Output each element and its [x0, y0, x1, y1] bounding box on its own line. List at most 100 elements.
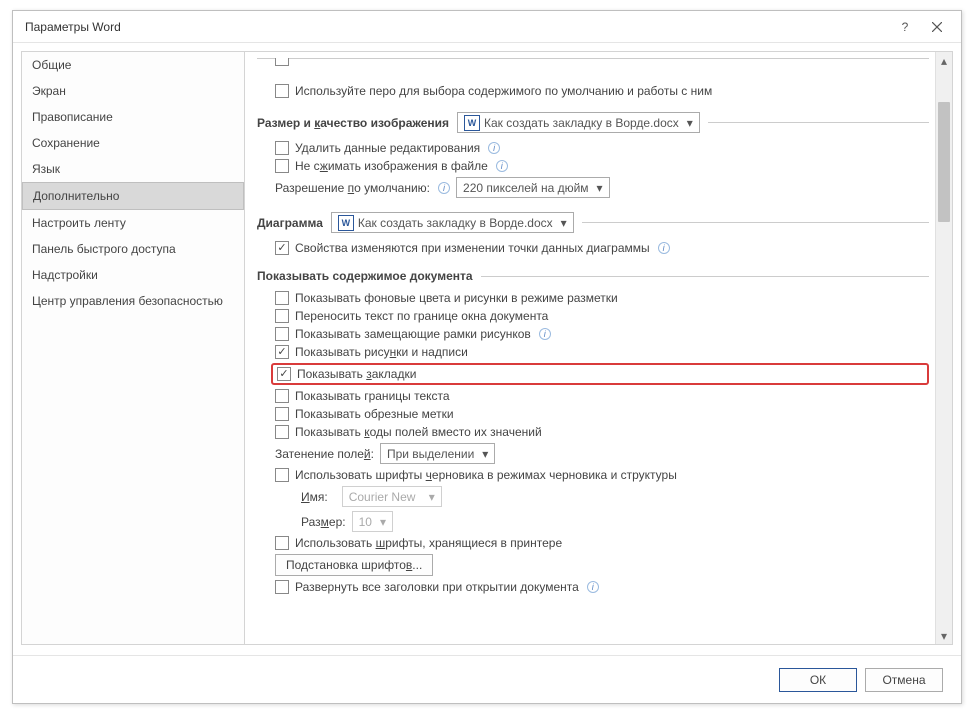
checkbox-no-compress[interactable] — [275, 159, 289, 173]
row-no-compress: Не сжимать изображения в файле — [275, 159, 929, 173]
sidebar: Общие Экран Правописание Сохранение Язык… — [21, 51, 245, 645]
titlebar: Параметры Word ? — [13, 11, 961, 43]
checkbox-delete-edit-data[interactable] — [275, 141, 289, 155]
sidebar-item-advanced[interactable]: Дополнительно — [22, 182, 244, 210]
dropdown-resolution-text: 220 пикселей на дюйм — [463, 181, 589, 195]
label-bookmarks: Показывать закладки — [297, 367, 416, 381]
checkbox-text-borders[interactable] — [275, 389, 289, 403]
sidebar-item-addins[interactable]: Надстройки — [22, 262, 244, 288]
row-font-name: Имя: Courier New ▾ — [301, 486, 929, 507]
row-resolution: Разрешение по умолчанию: 220 пикселей на… — [275, 177, 929, 198]
label-printer-fonts: Использовать шрифты, хранящиеся в принте… — [295, 536, 562, 550]
scroll-down-icon[interactable]: ▾ — [936, 627, 952, 644]
dropdown-chart-doc-text: Как создать закладку в Ворде.docx — [358, 216, 553, 230]
sidebar-item-customize-ribbon[interactable]: Настроить ленту — [22, 210, 244, 236]
checkbox-bg-colors[interactable] — [275, 291, 289, 305]
checkbox-placeholders[interactable] — [275, 327, 289, 341]
label-pen-default: Используйте перо для выбора содержимого … — [295, 84, 712, 98]
sidebar-item-general[interactable]: Общие — [22, 52, 244, 78]
row-draft-font: Использовать шрифты черновика в режимах … — [275, 468, 929, 482]
chevron-down-icon: ▾ — [559, 216, 569, 230]
scroll-up-icon[interactable]: ▴ — [936, 52, 952, 69]
row-field-codes: Показывать коды полей вместо их значений — [275, 425, 929, 439]
dropdown-field-shading[interactable]: При выделении ▾ — [380, 443, 495, 464]
label-placeholders: Показывать замещающие рамки рисунков — [295, 327, 531, 341]
checkbox-pen-default[interactable] — [275, 84, 289, 98]
row-font-size: Размер: 10 ▾ — [301, 511, 929, 532]
dropdown-image-doc[interactable]: Как создать закладку в Ворде.docx ▾ — [457, 112, 700, 133]
checkbox-printer-fonts[interactable] — [275, 536, 289, 550]
label-field-shading: Затенение полей: — [275, 447, 374, 461]
chevron-down-icon: ▾ — [685, 116, 695, 130]
close-button[interactable] — [921, 15, 953, 39]
label-text-borders: Показывать границы текста — [295, 389, 450, 403]
label-chart-props: Свойства изменяются при изменении точки … — [295, 241, 650, 255]
checkbox-chart-props[interactable] — [275, 241, 289, 255]
dropdown-chart-doc[interactable]: Как создать закладку в Ворде.docx ▾ — [331, 212, 574, 233]
row-pen-default: Используйте перо для выбора содержимого … — [275, 84, 929, 98]
info-icon[interactable] — [496, 160, 508, 172]
help-button[interactable]: ? — [889, 15, 921, 39]
label-expand-headers: Развернуть все заголовки при открытии до… — [295, 580, 579, 594]
checkbox-field-codes[interactable] — [275, 425, 289, 439]
label-field-codes: Показывать коды полей вместо их значений — [295, 425, 542, 439]
info-icon[interactable] — [438, 182, 450, 194]
chevron-down-icon: ▾ — [378, 515, 388, 529]
section-title-image: Размер и качество изображения — [257, 116, 449, 130]
checkbox-wrap-text[interactable] — [275, 309, 289, 323]
label-no-compress: Не сжимать изображения в файле — [295, 159, 488, 173]
label-drawings: Показывать рисунки и надписи — [295, 345, 468, 359]
checkbox-draft-font[interactable] — [275, 468, 289, 482]
info-icon[interactable] — [539, 328, 551, 340]
dropdown-font-name-text: Courier New — [349, 490, 421, 504]
section-doc-content: Показывать содержимое документа — [257, 269, 929, 283]
row-drawings: Показывать рисунки и надписи — [275, 345, 929, 359]
partial-checkbox[interactable] — [275, 58, 289, 66]
row-placeholders: Показывать замещающие рамки рисунков — [275, 327, 929, 341]
section-chart: Диаграмма Как создать закладку в Ворде.d… — [257, 212, 929, 233]
dropdown-image-doc-text: Как создать закладку в Ворде.docx — [484, 116, 679, 130]
checkbox-bookmarks[interactable] — [277, 367, 291, 381]
row-wrap-text: Переносить текст по границе окна докумен… — [275, 309, 929, 323]
sidebar-item-language[interactable]: Язык — [22, 156, 244, 182]
row-chart-props: Свойства изменяются при изменении точки … — [275, 241, 929, 255]
row-bookmarks-highlighted: Показывать закладки — [271, 363, 929, 385]
sidebar-item-save[interactable]: Сохранение — [22, 130, 244, 156]
label-bg-colors: Показывать фоновые цвета и рисунки в реж… — [295, 291, 618, 305]
scroll-cutoff-top — [257, 58, 929, 80]
sidebar-item-display[interactable]: Экран — [22, 78, 244, 104]
cancel-button[interactable]: Отмена — [865, 668, 943, 692]
info-icon[interactable] — [587, 581, 599, 593]
scroll-thumb[interactable] — [938, 102, 950, 222]
label-font-size: Размер: — [301, 515, 346, 529]
sidebar-item-proofing[interactable]: Правописание — [22, 104, 244, 130]
sidebar-item-quick-access[interactable]: Панель быстрого доступа — [22, 236, 244, 262]
dropdown-resolution[interactable]: 220 пикселей на дюйм ▾ — [456, 177, 610, 198]
checkbox-expand-headers[interactable] — [275, 580, 289, 594]
checkbox-drawings[interactable] — [275, 345, 289, 359]
label-font-name: Имя: — [301, 490, 328, 504]
word-doc-icon — [464, 115, 480, 131]
info-icon[interactable] — [488, 142, 500, 154]
word-options-dialog: Параметры Word ? Общие Экран Правописани… — [12, 10, 962, 704]
word-doc-icon — [338, 215, 354, 231]
scrollbar-vertical[interactable]: ▴ ▾ — [935, 52, 952, 644]
ok-button[interactable]: ОК — [779, 668, 857, 692]
row-expand-headers: Развернуть все заголовки при открытии до… — [275, 580, 929, 594]
checkbox-crop-marks[interactable] — [275, 407, 289, 421]
row-bg-colors: Показывать фоновые цвета и рисунки в реж… — [275, 291, 929, 305]
row-printer-fonts: Использовать шрифты, хранящиеся в принте… — [275, 536, 929, 550]
button-font-substitution[interactable]: Подстановка шрифтов... — [275, 554, 433, 576]
content-wrap: Используйте перо для выбора содержимого … — [245, 51, 953, 645]
dialog-title: Параметры Word — [25, 20, 889, 34]
content-panel: Используйте перо для выбора содержимого … — [245, 52, 935, 644]
dropdown-font-size-text: 10 — [359, 515, 372, 529]
info-icon[interactable] — [658, 242, 670, 254]
label-crop-marks: Показывать обрезные метки — [295, 407, 454, 421]
label-draft-font: Использовать шрифты черновика в режимах … — [295, 468, 677, 482]
row-crop-marks: Показывать обрезные метки — [275, 407, 929, 421]
dropdown-field-shading-text: При выделении — [387, 447, 474, 461]
sidebar-item-trust-center[interactable]: Центр управления безопасностью — [22, 288, 244, 314]
row-font-substitution: Подстановка шрифтов... — [275, 554, 929, 576]
dialog-footer: ОК Отмена — [13, 655, 961, 703]
